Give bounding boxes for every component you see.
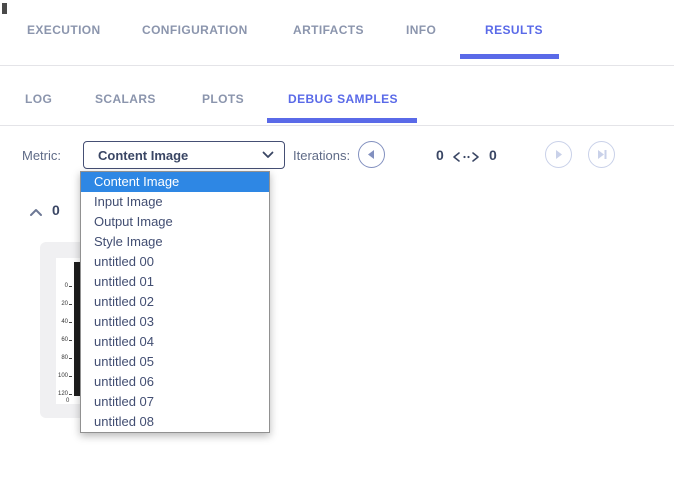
dropdown-option[interactable]: Style Image xyxy=(81,232,269,252)
iterations-label: Iterations: xyxy=(293,148,350,163)
tab-log[interactable]: LOG xyxy=(25,92,52,106)
y-tick: 0 xyxy=(56,283,68,289)
play-right-icon xyxy=(553,149,564,160)
y-tickmark xyxy=(69,358,72,359)
dropdown-option[interactable]: Output Image xyxy=(81,212,269,232)
window-edge-artifact xyxy=(2,3,7,14)
active-subtab-underline xyxy=(267,118,417,123)
tab-scalars[interactable]: SCALARS xyxy=(95,92,156,106)
dropdown-option[interactable]: untitled 07 xyxy=(81,392,269,412)
iteration-to-value: 0 xyxy=(489,147,497,163)
tab-execution[interactable]: EXECUTION xyxy=(27,23,101,37)
y-tickmark xyxy=(69,322,72,323)
metric-select-value: Content Image xyxy=(98,148,188,163)
collapse-iteration-group-button[interactable] xyxy=(28,205,43,217)
y-tickmark xyxy=(69,394,72,395)
metric-label: Metric: xyxy=(22,148,61,163)
dropdown-option[interactable]: untitled 04 xyxy=(81,332,269,352)
tab-info[interactable]: INFO xyxy=(406,23,436,37)
dropdown-option[interactable]: untitled 01 xyxy=(81,272,269,292)
play-left-icon xyxy=(366,149,377,160)
iteration-group-label: 0 xyxy=(52,202,60,218)
tab-plots[interactable]: PLOTS xyxy=(202,92,244,106)
previous-iteration-button[interactable] xyxy=(358,141,385,168)
y-tick: 60 xyxy=(56,337,68,343)
dropdown-option[interactable]: untitled 00 xyxy=(81,252,269,272)
dropdown-option[interactable]: Input Image xyxy=(81,192,269,212)
dropdown-option[interactable]: untitled 03 xyxy=(81,312,269,332)
divider xyxy=(0,65,674,66)
tab-results[interactable]: RESULTS xyxy=(485,23,543,37)
y-tickmark xyxy=(69,376,72,377)
y-tick: 120 xyxy=(56,391,68,397)
divider xyxy=(0,125,674,126)
y-tickmark xyxy=(69,340,72,341)
tab-debug-samples[interactable]: DEBUG SAMPLES xyxy=(288,92,398,106)
dropdown-option[interactable]: untitled 08 xyxy=(81,412,269,432)
chevron-down-icon xyxy=(262,146,274,164)
active-tab-underline xyxy=(460,54,559,59)
y-tick: 20 xyxy=(56,301,68,307)
iteration-from-value: 0 xyxy=(436,147,444,163)
x-tick: 0 xyxy=(66,398,69,404)
skip-to-end-icon xyxy=(596,149,608,160)
dropdown-option[interactable]: Content Image xyxy=(81,172,269,192)
y-tick: 100 xyxy=(56,373,68,379)
tab-configuration[interactable]: CONFIGURATION xyxy=(142,23,248,37)
metric-dropdown-list: Content Image Input Image Output Image S… xyxy=(80,171,270,433)
dropdown-option[interactable]: untitled 05 xyxy=(81,352,269,372)
y-tick: 40 xyxy=(56,319,68,325)
tab-artifacts[interactable]: ARTIFACTS xyxy=(293,23,364,37)
dropdown-option[interactable]: untitled 06 xyxy=(81,372,269,392)
metric-select[interactable]: Content Image xyxy=(83,141,285,169)
debug-samples-screen: EXECUTION CONFIGURATION ARTIFACTS INFO R… xyxy=(0,0,674,479)
last-iteration-button[interactable] xyxy=(588,141,615,168)
iteration-range-arrow-icon xyxy=(452,150,480,168)
y-tickmark xyxy=(69,304,72,305)
y-tickmark xyxy=(69,286,72,287)
y-tick: 80 xyxy=(56,355,68,361)
dropdown-option[interactable]: untitled 02 xyxy=(81,292,269,312)
chevron-up-icon xyxy=(29,208,43,217)
next-iteration-button[interactable] xyxy=(545,141,572,168)
